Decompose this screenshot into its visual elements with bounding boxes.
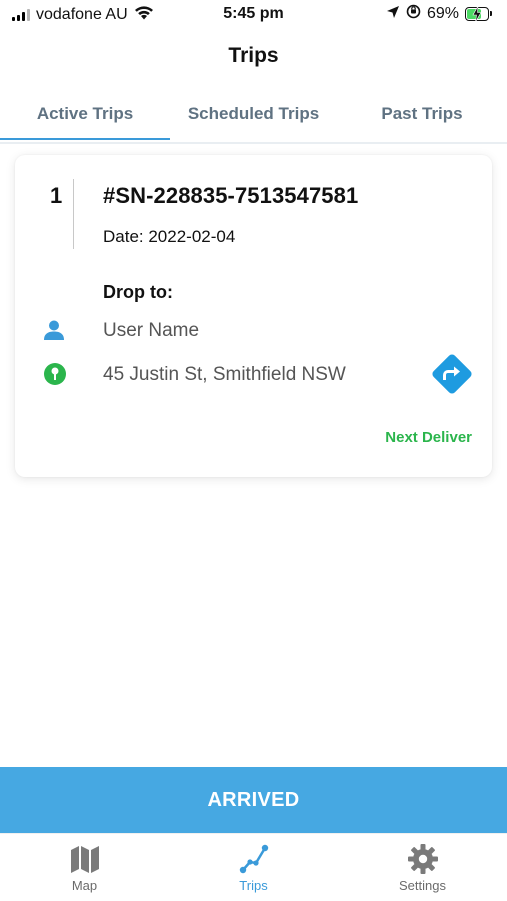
location-pin-icon bbox=[43, 362, 67, 391]
tab-active-trips[interactable]: Active Trips bbox=[0, 96, 170, 140]
trip-card[interactable]: 1 #SN-228835-7513547581 Date: 2022-02-04… bbox=[15, 155, 492, 477]
nav-label-trips: Trips bbox=[239, 878, 268, 893]
trip-tabs: Active Trips Scheduled Trips Past Trips bbox=[0, 96, 507, 144]
map-icon bbox=[0, 842, 169, 876]
delivery-address: 45 Justin St, Smithfield NSW bbox=[103, 364, 346, 385]
order-id: #SN-228835-7513547581 bbox=[103, 183, 359, 208]
recipient-name: User Name bbox=[103, 320, 200, 341]
user-icon bbox=[43, 319, 65, 346]
directions-icon bbox=[432, 354, 472, 394]
next-deliver-link[interactable]: Next Deliver bbox=[385, 429, 472, 446]
page-title: Trips bbox=[228, 44, 279, 67]
tab-scheduled-trips[interactable]: Scheduled Trips bbox=[170, 96, 337, 140]
active-tab-indicator bbox=[0, 138, 170, 140]
trip-index: 1 bbox=[50, 183, 63, 208]
drop-to-label: Drop to: bbox=[103, 282, 173, 302]
directions-button[interactable] bbox=[429, 351, 475, 397]
arrived-button[interactable]: ARRIVED bbox=[0, 767, 507, 833]
bottom-nav: Map Trips Settings bbox=[0, 833, 507, 901]
nav-label-settings: Settings bbox=[399, 878, 446, 893]
rotation-lock-icon bbox=[406, 4, 421, 24]
gear-icon bbox=[338, 842, 507, 876]
status-bar: vodafone AU 5:45 pm 69% bbox=[0, 0, 507, 32]
trip-date: Date: 2022-02-04 bbox=[103, 227, 236, 246]
nav-item-map[interactable]: Map bbox=[0, 842, 169, 893]
route-icon bbox=[169, 842, 338, 876]
card-divider bbox=[73, 179, 74, 249]
battery-icon bbox=[465, 6, 492, 22]
nav-label-map: Map bbox=[71, 878, 98, 893]
tab-past-trips[interactable]: Past Trips bbox=[337, 96, 507, 140]
location-arrow-icon bbox=[386, 5, 400, 24]
nav-item-trips[interactable]: Trips bbox=[169, 842, 338, 893]
status-right: 69% bbox=[386, 4, 492, 24]
nav-item-settings[interactable]: Settings bbox=[338, 842, 507, 893]
battery-percent: 69% bbox=[426, 5, 459, 22]
